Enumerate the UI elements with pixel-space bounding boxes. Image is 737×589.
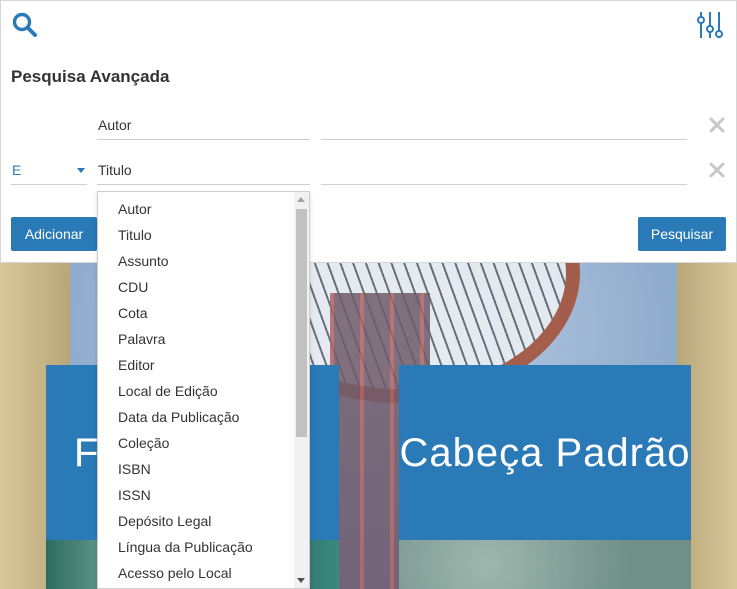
search-term-input-2[interactable] bbox=[321, 155, 687, 185]
dropdown-scrollbar[interactable] bbox=[294, 192, 309, 588]
search-term-input-1[interactable] bbox=[321, 110, 687, 140]
sliders-icon[interactable] bbox=[696, 10, 724, 40]
dropdown-option[interactable]: Assunto bbox=[98, 248, 295, 274]
dropdown-option[interactable]: Local de Edição bbox=[98, 378, 295, 404]
operator-value: E bbox=[12, 162, 22, 178]
dropdown-option[interactable]: Palavra bbox=[98, 326, 295, 352]
panel-title: Pesquisa Avançada bbox=[11, 67, 170, 86]
tile-image-right bbox=[399, 540, 691, 589]
dropdown-option[interactable]: ISSN bbox=[98, 482, 295, 508]
dropdown-option[interactable]: Coleção bbox=[98, 430, 295, 456]
caret-down-icon bbox=[77, 168, 85, 173]
top-bar bbox=[0, 0, 737, 48]
clear-row-2-icon[interactable] bbox=[708, 161, 726, 179]
field-select-2[interactable]: Titulo bbox=[97, 155, 310, 185]
dropdown-option[interactable]: ISBN bbox=[98, 456, 295, 482]
field-select-1[interactable]: Autor bbox=[97, 110, 310, 140]
clear-row-1-icon[interactable] bbox=[708, 116, 726, 134]
dropdown-option[interactable]: Língua da Publicação bbox=[98, 534, 295, 560]
scroll-up-icon[interactable] bbox=[297, 197, 305, 202]
add-button[interactable]: Adicionar bbox=[11, 217, 97, 251]
dropdown-option[interactable]: Data da Publicação bbox=[98, 404, 295, 430]
field-dropdown[interactable]: Autor Titulo Assunto CDU Cota Palavra Ed… bbox=[97, 191, 310, 589]
dropdown-option[interactable]: Autor bbox=[98, 196, 295, 222]
dropdown-option[interactable]: Depósito Legal bbox=[98, 508, 295, 534]
dropdown-option[interactable]: Titulo bbox=[98, 222, 295, 248]
scrollbar-thumb[interactable] bbox=[296, 209, 307, 437]
search-button[interactable]: Pesquisar bbox=[638, 217, 726, 251]
dropdown-option[interactable]: Acesso pelo Local bbox=[98, 560, 295, 586]
search-icon[interactable] bbox=[11, 11, 39, 39]
dropdown-option[interactable]: CDU bbox=[98, 274, 295, 300]
scroll-down-icon[interactable] bbox=[297, 578, 305, 583]
hero-tile-right[interactable]: Cabeça Padrão bbox=[399, 365, 691, 540]
dropdown-list: Autor Titulo Assunto CDU Cota Palavra Ed… bbox=[98, 196, 295, 586]
operator-select[interactable]: E bbox=[11, 155, 87, 185]
dropdown-option[interactable]: Editor bbox=[98, 352, 295, 378]
dropdown-option[interactable]: Cota bbox=[98, 300, 295, 326]
